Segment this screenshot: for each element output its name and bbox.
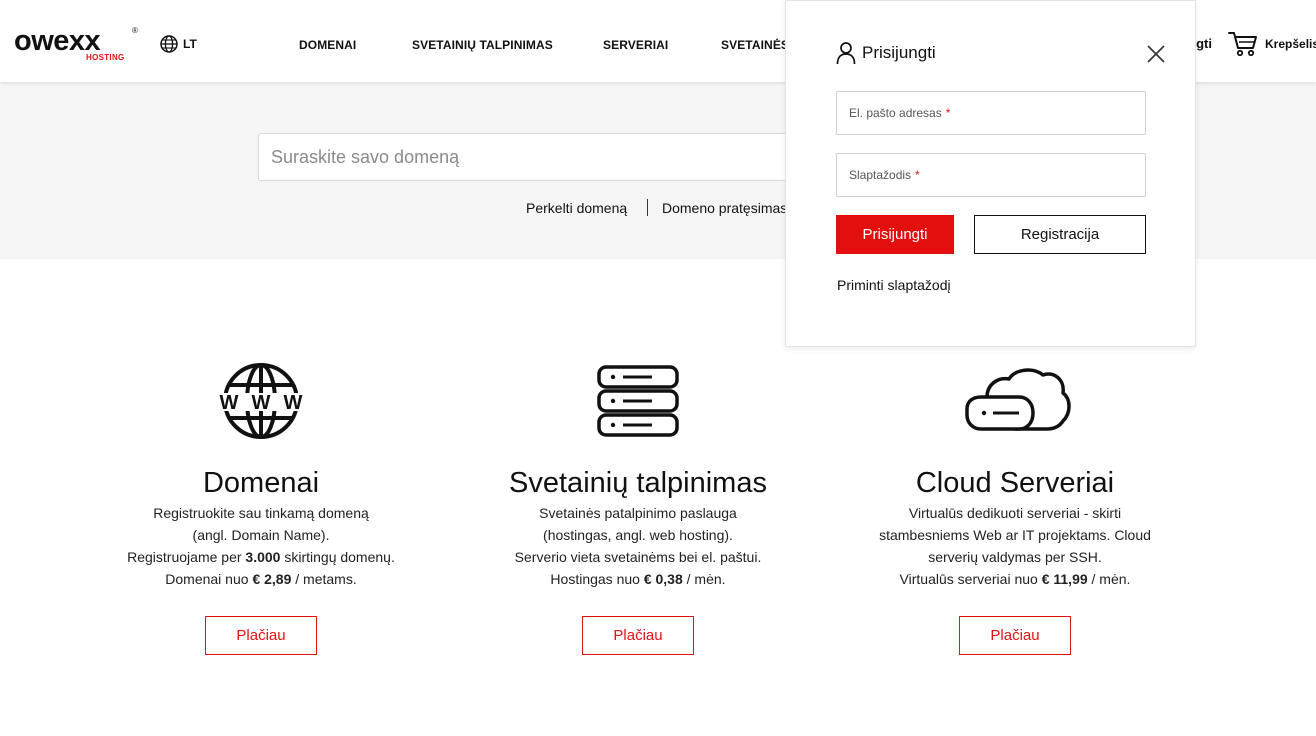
feature-description: Svetainės patalpinimo paslauga (hostinga… xyxy=(478,502,798,590)
nav-svetainiu-talpinimas[interactable]: SVETAINIŲ TALPINIMAS xyxy=(412,38,553,52)
login-button[interactable]: Prisijungti xyxy=(836,215,954,254)
desc-line: Registruokite sau tinkamą domeną xyxy=(153,505,369,521)
password-field[interactable]: Slaptažodis * xyxy=(836,153,1146,197)
required-mark: * xyxy=(945,106,951,120)
cart-label[interactable]: Krepšelis xyxy=(1265,37,1316,51)
desc-line: Svetainės patalpinimo paslauga xyxy=(539,505,737,521)
globe-icon xyxy=(160,35,178,53)
price-line: Virtualūs serveriai nuo € 11,99 / mėn. xyxy=(899,571,1131,587)
user-icon xyxy=(836,42,856,65)
email-field[interactable]: El. pašto adresas * xyxy=(836,91,1146,135)
feature-title: Cloud Serveriai xyxy=(915,467,1115,499)
forgot-password-link[interactable]: Priminti slaptažodį xyxy=(837,277,951,293)
nav-domenai[interactable]: DOMENAI xyxy=(299,38,356,52)
feature-title: Svetainių talpinimas xyxy=(509,467,767,499)
feature-title: Domenai xyxy=(202,467,320,499)
popup-title: Prisijungti xyxy=(862,43,936,62)
logo-wordmark: owexx xyxy=(14,25,101,57)
nav-svetaines[interactable]: SVETAINĖS xyxy=(721,38,789,52)
transfer-domain-link[interactable]: Perkelti domeną xyxy=(526,200,627,216)
logo-subtitle: HOSTING xyxy=(86,53,125,62)
price-line: Domenai nuo € 2,89 / metams. xyxy=(165,571,357,587)
owexx-logo[interactable]: owexx ® HOSTING xyxy=(14,26,138,66)
nav-serveriai[interactable]: SERVERIAI xyxy=(603,38,668,52)
server-stack-icon xyxy=(478,360,798,442)
price-line: Hostingas nuo € 0,38 / mėn. xyxy=(550,571,726,587)
www-globe-icon: W W W xyxy=(101,360,421,442)
link-divider xyxy=(647,199,648,216)
login-popup: Prisijungti El. pašto adresas * Slaptažod… xyxy=(785,0,1196,347)
hosting-more-button[interactable]: Plačiau xyxy=(582,616,694,655)
desc-line: Registruojame per 3.000 skirtingų domenų… xyxy=(127,549,395,565)
cloud-more-button[interactable]: Plačiau xyxy=(959,616,1071,655)
desc-line: (hostingas, angl. web hosting). xyxy=(543,527,733,543)
password-placeholder: Slaptažodis xyxy=(849,168,912,182)
email-placeholder: El. pašto adresas xyxy=(849,106,942,120)
svg-text:W: W xyxy=(252,392,271,414)
logo-registered-mark: ® xyxy=(132,26,138,35)
close-icon[interactable] xyxy=(1146,44,1166,64)
desc-line: (angl. Domain Name). xyxy=(192,527,330,543)
domain-renewal-link[interactable]: Domeno pratęsimas xyxy=(662,200,787,216)
feature-description: Registruokite sau tinkamą domeną (angl. … xyxy=(101,502,421,590)
desc-line: Serverio vieta svetainėms bei el. paštui… xyxy=(514,549,762,565)
language-label: LT xyxy=(183,37,197,51)
popup-header: Prisijungti xyxy=(836,41,936,65)
feature-cloud: Cloud Serveriai Virtualūs dedikuoti serv… xyxy=(855,360,1175,655)
feature-description: Virtualūs dedikuoti serveriai - skirti s… xyxy=(855,502,1175,590)
svg-text:W: W xyxy=(220,392,239,414)
domain-search-input[interactable] xyxy=(258,133,818,181)
cloud-server-icon xyxy=(855,360,1175,442)
language-selector[interactable]: LT xyxy=(160,35,197,53)
feature-domains: W W W Domenai Registruokite sau tinkamą … xyxy=(101,360,421,655)
feature-hosting: Svetainių talpinimas Svetainės patalpini… xyxy=(478,360,798,655)
desc-line: serverių valdymas per SSH. xyxy=(928,549,1102,565)
domains-more-button[interactable]: Plačiau xyxy=(205,616,317,655)
svg-text:W: W xyxy=(284,392,303,414)
desc-line: stambesniems Web ar IT projektams. Cloud xyxy=(879,527,1151,543)
register-button[interactable]: Registracija xyxy=(974,215,1146,254)
required-mark: * xyxy=(915,168,920,182)
desc-line: Virtualūs dedikuoti serveriai - skirti xyxy=(908,505,1122,521)
cart-icon[interactable] xyxy=(1228,30,1258,58)
